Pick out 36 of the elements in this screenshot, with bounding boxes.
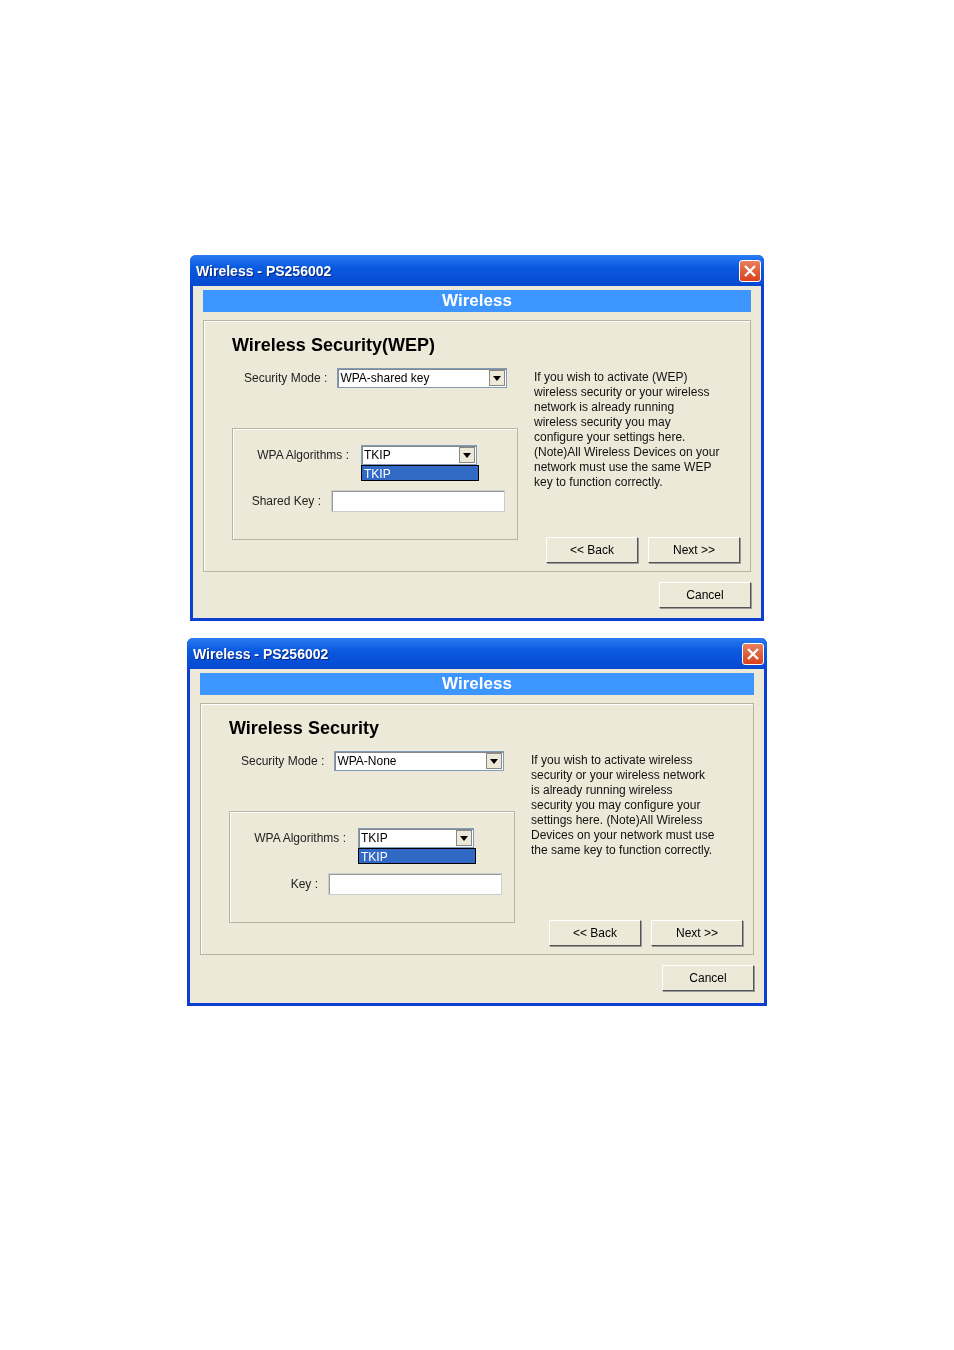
window-title: Wireless - PS256002: [196, 262, 332, 279]
section-heading: Wireless Security(WEP): [232, 335, 436, 356]
dropdown-arrow-icon: [463, 452, 471, 458]
dropdown-option[interactable]: TKIP: [358, 848, 476, 864]
section-banner: Wireless: [200, 673, 754, 695]
close-button[interactable]: [739, 259, 761, 282]
close-icon: [747, 647, 759, 660]
security-mode-dropdown[interactable]: WPA-None: [334, 751, 505, 771]
section-heading: Wireless Security: [229, 718, 380, 739]
nav-button[interactable]: Next >>: [648, 537, 740, 563]
close-icon: [744, 264, 756, 277]
dropdown-arrow-icon: [493, 375, 502, 381]
window-title: Wireless - PS256002: [193, 645, 329, 662]
algorithm-dropdown[interactable]: TKIP: [361, 445, 477, 465]
nav-button[interactable]: << Back: [549, 920, 641, 946]
close-button[interactable]: [742, 642, 764, 665]
dropdown-option[interactable]: TKIP: [361, 465, 479, 481]
security-mode-dropdown[interactable]: WPA-shared key: [337, 368, 508, 388]
nav-button[interactable]: Next >>: [651, 920, 743, 946]
nav-button[interactable]: << Back: [546, 537, 638, 563]
field-label: WPA Algorithms :: [256, 448, 349, 464]
cancel-button[interactable]: Cancel: [659, 582, 751, 608]
description-text: If you wish to activate wireless security or your wireless network is already running wireless security you may configure your settings here. (Note)All Wireless Devices on your network must use the same key to function correctly.: [531, 753, 716, 859]
algorithm-dropdown[interactable]: TKIP: [358, 828, 474, 848]
section-banner: Wireless: [203, 290, 751, 312]
field-label: Security Mode :: [244, 371, 328, 385]
key-input-field[interactable]: [331, 490, 505, 512]
field-label: Key :: [289, 877, 318, 891]
field-label: Shared Key :: [250, 494, 321, 508]
field-label: WPA Algorithms :: [253, 831, 346, 847]
field-label: Security Mode :: [241, 754, 325, 768]
dropdown-arrow-icon: [460, 835, 468, 841]
dropdown-arrow-icon: [490, 758, 499, 764]
cancel-button[interactable]: Cancel: [662, 965, 754, 991]
description-text: If you wish to activate (WEP) wireless security or your wireless network is already running wireless security you may configure your settings here. (Note)All Wireless Devices on your network must use the same WEP key to function correctly.: [534, 370, 720, 491]
key-input-field[interactable]: [328, 873, 502, 895]
